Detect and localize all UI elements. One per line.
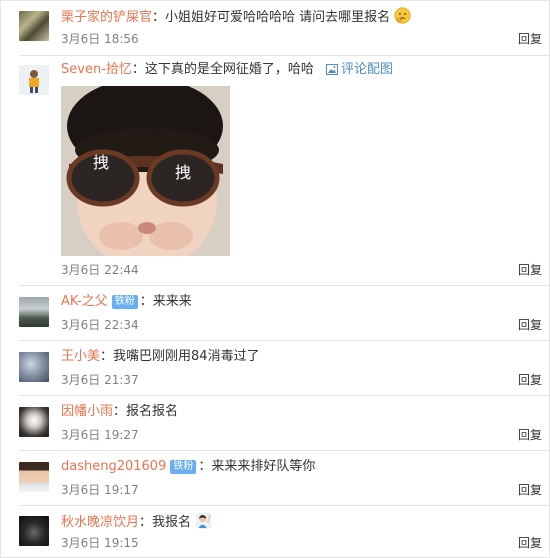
comment-time: 22:34 [104, 318, 139, 332]
comment-time: 22:44 [104, 263, 139, 277]
image-icon [326, 64, 339, 75]
reply-button[interactable]: 回复 [518, 482, 542, 498]
comment-item: dasheng201609 铁粉 ：来来来排好队等你 3月6日 19:17 回复 [0, 451, 550, 505]
comment-time: 19:17 [104, 483, 139, 497]
avatar[interactable] [19, 352, 49, 382]
username-link[interactable]: 因幡小雨 [61, 404, 113, 419]
username-link[interactable]: Seven-拾忆 [61, 62, 132, 77]
avatar[interactable] [19, 462, 49, 492]
comment-date: 3月6日 [61, 536, 101, 550]
comment-text: 我报名 [152, 515, 192, 530]
timestamp: 3月6日 19:15 [61, 535, 139, 551]
separator: ： [100, 349, 114, 364]
avatar[interactable] [19, 11, 49, 41]
separator: ： [139, 515, 153, 530]
comment-date: 3月6日 [61, 483, 101, 497]
comment-text: 这下真的是全网征婚了，哈哈 [144, 62, 314, 77]
separator: ： [139, 294, 153, 309]
timestamp: 3月6日 19:17 [61, 482, 139, 498]
comment-item: AK-之父 铁粉 ：来来来 3月6日 22:34 回复 [0, 286, 550, 340]
comment-photo[interactable]: 拽 拽 [61, 86, 230, 256]
reply-button[interactable]: 回复 [518, 31, 542, 47]
comment-date: 3月6日 [61, 263, 101, 277]
username-link[interactable]: AK-之父 [61, 294, 108, 309]
photo-caption-left: 拽 [93, 153, 109, 172]
comment-text: 来来来 [152, 294, 192, 309]
comment-line: 王小美：我嘴巴刚刚用84消毒过了 [61, 348, 260, 366]
comment-item: 秋水晚凉饮月：我报名 3月6日 19:15 回复 [0, 506, 550, 558]
avatar[interactable] [19, 407, 49, 437]
comment-line: 秋水晚凉饮月：我报名 [61, 512, 212, 532]
comment-date: 3月6日 [61, 32, 101, 46]
reply-button[interactable]: 回复 [518, 535, 542, 551]
comment-item: 因幡小雨：报名报名 3月6日 19:27 回复 [0, 396, 550, 450]
comment-time: 19:15 [104, 536, 139, 550]
comment-time: 19:27 [104, 428, 139, 442]
reply-button[interactable]: 回复 [518, 427, 542, 443]
avatar[interactable] [19, 297, 49, 327]
comment-text: 小姐姐好可爱哈哈哈哈 请问去哪里报名 [165, 10, 391, 25]
comment-line: 因幡小雨：报名报名 [61, 403, 178, 421]
photo-caption-right: 拽 [175, 163, 191, 182]
username-link[interactable]: 秋水晚凉饮月 [61, 515, 139, 530]
username-link[interactable]: 栗子家的铲屎官 [61, 10, 152, 25]
comment-image-label: 评论配图 [341, 62, 394, 77]
timestamp: 3月6日 19:27 [61, 427, 139, 443]
separator: ： [113, 404, 127, 419]
comment-item: Seven-拾忆：这下真的是全网征婚了，哈哈 评论配图 拽 拽 3月6日 22:… [0, 56, 550, 285]
separator: ： [152, 10, 166, 25]
comment-date: 3月6日 [61, 428, 101, 442]
avatar[interactable] [19, 516, 49, 546]
separator: ： [131, 62, 145, 77]
comment-line: Seven-拾忆：这下真的是全网征婚了，哈哈 评论配图 [61, 61, 393, 79]
reply-button[interactable]: 回复 [518, 262, 542, 278]
timestamp: 3月6日 21:37 [61, 372, 139, 388]
username-link[interactable]: dasheng201609 [61, 459, 166, 474]
comment-date: 3月6日 [61, 373, 101, 387]
timestamp: 3月6日 22:34 [61, 317, 139, 333]
comment-time: 21:37 [104, 373, 139, 387]
comment-line: dasheng201609 铁粉 ：来来来排好队等你 [61, 458, 315, 476]
comment-date: 3月6日 [61, 318, 101, 332]
separator: ： [198, 459, 212, 474]
comment-text: 报名报名 [126, 404, 179, 419]
reply-button[interactable]: 回复 [518, 372, 542, 388]
avatar[interactable] [19, 65, 49, 95]
reply-button[interactable]: 回复 [518, 317, 542, 333]
thinking-face-icon [394, 7, 411, 24]
comment-text: 我嘴巴刚刚用84消毒过了 [113, 349, 260, 364]
timestamp: 3月6日 22:44 [61, 262, 139, 278]
comment-image-link[interactable]: 评论配图 [326, 62, 393, 77]
comment-item: 栗子家的铲屎官：小姐姐好可爱哈哈哈哈 请问去哪里报名 3月6日 18:56 回复 [0, 0, 550, 55]
comment-item: 王小美：我嘴巴刚刚用84消毒过了 3月6日 21:37 回复 [0, 341, 550, 395]
comment-line: 栗子家的铲屎官：小姐姐好可爱哈哈哈哈 请问去哪里报名 [61, 7, 411, 27]
timestamp: 3月6日 18:56 [61, 31, 139, 47]
username-link[interactable]: 王小美 [61, 349, 100, 364]
fan-badge[interactable]: 铁粉 [111, 295, 138, 309]
raising-hand-icon [196, 512, 212, 529]
comment-time: 18:56 [104, 32, 139, 46]
fan-badge[interactable]: 铁粉 [170, 460, 197, 474]
comment-line: AK-之父 铁粉 ：来来来 [61, 293, 192, 311]
comment-text: 来来来排好队等你 [211, 459, 316, 474]
